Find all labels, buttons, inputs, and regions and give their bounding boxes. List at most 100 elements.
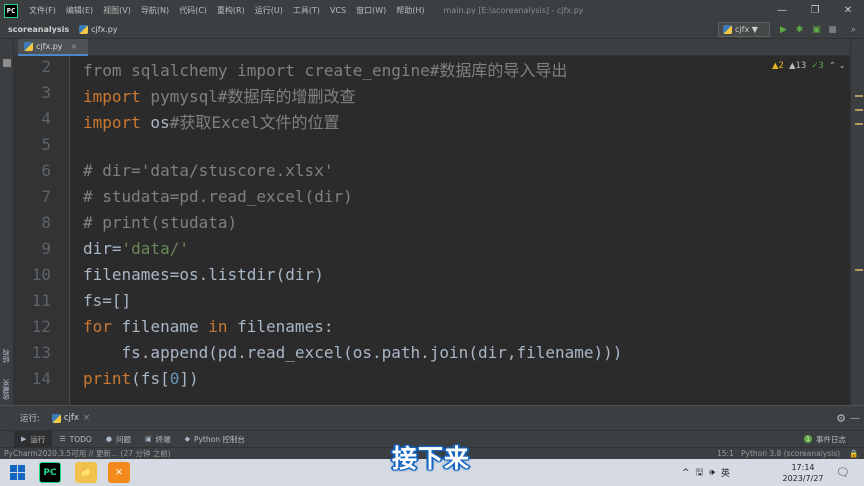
menu-view[interactable]: 视图(V)	[98, 5, 136, 16]
code-editor[interactable]: from sqlalchemy import create_engine#数据库…	[71, 56, 850, 405]
structure-tool-label[interactable]: 结构	[1, 349, 11, 363]
weak-warning-count: ▲13	[788, 61, 807, 71]
input-method-indicator[interactable]: 英	[721, 466, 730, 479]
menu-edit[interactable]: 编辑(E)	[61, 5, 98, 16]
close-window-button[interactable]: ✕	[832, 0, 864, 21]
python-file-icon	[79, 25, 89, 34]
dimmed-code: pymysql#数据库的增删改查	[140, 87, 356, 106]
run-configuration-select[interactable]: cjfx ▼	[718, 22, 770, 37]
hide-panel-icon[interactable]: —	[850, 413, 860, 424]
favorites-tool-label[interactable]: 收藏夹	[1, 379, 11, 400]
code-text: filename	[111, 317, 209, 336]
file-explorer-icon[interactable]: 📁	[75, 462, 97, 483]
coverage-icon[interactable]: ▣	[810, 23, 823, 36]
menu-help[interactable]: 帮助(H)	[391, 5, 429, 16]
tool-window-problems[interactable]: ● 问题	[99, 431, 138, 448]
debug-icon[interactable]: ✱	[793, 23, 806, 36]
error-stripe-mark[interactable]	[855, 123, 863, 125]
error-stripe-mark[interactable]	[855, 95, 863, 97]
menu-tools[interactable]: 工具(T)	[288, 5, 325, 16]
menu-run[interactable]: 运行(U)	[250, 5, 288, 16]
code-text: filenames:	[227, 317, 334, 336]
stop-icon[interactable]: ■	[826, 23, 839, 36]
menu-window[interactable]: 窗口(W)	[351, 5, 391, 16]
line-number: 12	[31, 317, 51, 336]
breadcrumb-project[interactable]: scoreanalysis	[8, 25, 69, 34]
gear-icon[interactable]: ⚙	[836, 412, 846, 425]
menu-file[interactable]: 文件(F)	[24, 5, 61, 16]
breadcrumb-file[interactable]: cjfx.py	[79, 25, 118, 34]
restore-button[interactable]: ❐	[799, 0, 831, 21]
status-message[interactable]: PyCharm2020.3.5可用 // 更新... (27 分钟 之前)	[4, 448, 171, 459]
python-interpreter[interactable]: Python 3.8 (scoreanalysis)	[741, 449, 840, 458]
tool-window-run[interactable]: ▶ 运行	[14, 430, 53, 448]
pycharm-logo-icon: PC	[4, 3, 18, 18]
menu-vcs[interactable]: VCS	[325, 6, 351, 15]
clock-time: 17:14	[791, 463, 815, 472]
code-line-2: from sqlalchemy import create_engine#数据库…	[83, 61, 568, 80]
menu-navigate[interactable]: 导航(N)	[136, 5, 174, 16]
line-number: 11	[31, 291, 51, 310]
pycharm-taskbar-icon[interactable]: PC	[39, 462, 61, 483]
event-log-button[interactable]: 1 事件日志	[804, 434, 846, 445]
line-number: 9	[41, 239, 51, 258]
line-number: 5	[41, 135, 51, 154]
clock-date: 2023/7/27	[782, 474, 824, 483]
line-number: 13	[31, 343, 51, 362]
tool-window-label: Python 控制台	[193, 434, 245, 444]
tool-window-label: TODO	[69, 434, 92, 444]
taskbar-clock[interactable]: 17:14 2023/7/27	[778, 462, 828, 484]
code-line-12: for filename in filenames:	[83, 317, 333, 336]
app-taskbar-icon[interactable]: ✕	[108, 462, 130, 483]
notification-icon[interactable]: 🗨	[836, 466, 850, 479]
minimize-button[interactable]: —	[766, 0, 798, 21]
close-run-tab-icon[interactable]: ×	[83, 413, 90, 423]
code-line-14: print(fs[0])	[83, 369, 199, 388]
menu-code[interactable]: 代码(C)	[174, 5, 212, 16]
keyword: for	[83, 317, 112, 336]
network-icon[interactable]: 🖫	[696, 465, 704, 481]
window-title: main.py [E:\scoreanalysis] - cjfx.py	[443, 6, 584, 15]
inspection-widget[interactable]: ▲2 ▲13 ✓3 ⌃ ⌄	[772, 61, 846, 71]
project-tool-icon[interactable]	[3, 59, 11, 67]
python-file-icon	[51, 413, 61, 423]
windows-start-icon[interactable]	[6, 462, 28, 484]
menu-bar: PC 文件(F) 编辑(E) 视图(V) 导航(N) 代码(C) 重构(R) 运…	[0, 0, 864, 21]
event-count-badge: 1	[804, 435, 812, 443]
volume-icon[interactable]: 🕪	[709, 468, 715, 478]
run-panel-header: 运行: cjfx × ⚙ —	[0, 405, 864, 430]
tool-window-label: 问题	[115, 434, 131, 444]
tool-window-terminal[interactable]: ▣ 终端	[138, 431, 178, 448]
navigate-issues-arrows[interactable]: ⌃ ⌄	[829, 61, 846, 71]
line-number: 7	[41, 187, 51, 206]
line-number: 10	[31, 265, 51, 284]
line-number: 14	[31, 369, 51, 388]
close-tab-icon[interactable]: ×	[71, 42, 78, 51]
tab-cjfx[interactable]: cjfx.py ×	[18, 39, 88, 56]
navigation-bar: scoreanalysis cjfx.py cjfx ▼ ▶ ✱ ▣ ■ ⌕	[0, 21, 864, 39]
video-subtitle: 接下来	[392, 444, 471, 473]
run-icon[interactable]: ▶	[777, 23, 790, 36]
line-number: 6	[41, 161, 51, 180]
cursor-position[interactable]: 15:1	[717, 449, 734, 458]
terminal-icon: ▣	[144, 435, 152, 443]
error-stripe-mark[interactable]	[855, 269, 863, 271]
run-tab-label: cjfx	[63, 413, 79, 423]
search-icon[interactable]: ⌕	[847, 23, 860, 36]
code-text: os	[140, 113, 170, 132]
keyword: import	[83, 87, 141, 106]
menu-refactor[interactable]: 重构(R)	[212, 5, 250, 16]
code-line-11: fs=[]	[83, 291, 132, 310]
screen: PC 文件(F) 编辑(E) 视图(V) 导航(N) 代码(C) 重构(R) 运…	[0, 0, 864, 486]
code-line-4: import os#获取Excel文件的位置	[83, 109, 340, 133]
tray-expand-icon[interactable]: ^	[682, 468, 690, 478]
lock-icon[interactable]: 🔒	[849, 449, 858, 458]
run-tab-cjfx[interactable]: cjfx ×	[51, 413, 90, 423]
keyword: print	[83, 369, 132, 388]
tool-window-todo[interactable]: ☰ TODO	[52, 431, 98, 448]
typo-count: ✓3	[811, 61, 824, 71]
tool-window-python-console[interactable]: ◆ Python 控制台	[178, 431, 252, 448]
error-stripe-mark[interactable]	[855, 109, 863, 111]
right-scroll-strip[interactable]	[850, 39, 864, 405]
run-panel-label: 运行:	[20, 414, 40, 424]
